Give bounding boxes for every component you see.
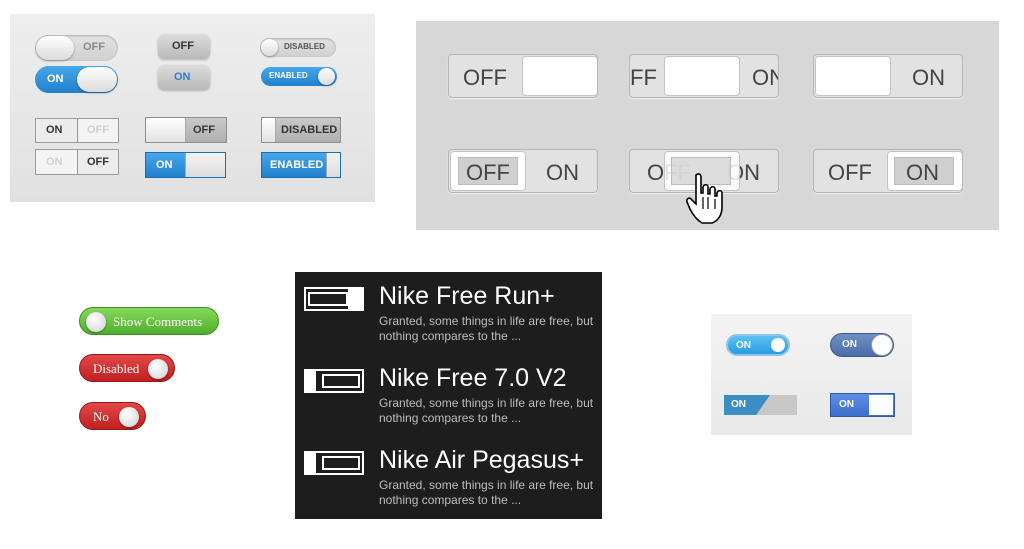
toggle-panel-classic: OFF OFF DISABLED ON ON ENABLED ON OFF OF… (10, 14, 375, 202)
mini-toggle-on-2[interactable]: ON (830, 333, 894, 357)
product-toggle-off[interactable] (304, 451, 364, 475)
toggle-label: ENABLED (270, 159, 324, 171)
toggle-knob (771, 338, 785, 352)
button-label: OFF (172, 40, 194, 52)
toggle-off-pill[interactable]: OFF (35, 35, 118, 61)
segment-on[interactable]: ON (36, 150, 78, 174)
list-item: Nike Free 7.0 V2 Granted, some things in… (295, 354, 602, 434)
mini-toggle-on-1[interactable]: ON (726, 334, 790, 356)
toggle-label: Show Comments (113, 314, 203, 329)
segment-label: ON (46, 156, 63, 168)
product-toggle-off[interactable] (304, 369, 364, 393)
product-title: Nike Free 7.0 V2 (379, 364, 567, 392)
toggle-label: DISABLED (281, 124, 338, 136)
segment-off[interactable]: OFF (79, 150, 118, 174)
toggle-knob (146, 118, 186, 142)
toggle-track (322, 456, 360, 470)
toggle-label: No (93, 409, 109, 424)
segment-label: OFF (87, 156, 109, 168)
toggle-knob (326, 153, 340, 177)
list-item: Nike Air Pegasus+ Granted, some things i… (295, 436, 602, 516)
toggle-knob (306, 453, 316, 473)
switch-label-off: FF (630, 65, 657, 90)
toggle-label: ON (156, 159, 173, 171)
toggle-label: Disabled (93, 361, 140, 376)
toggle-label: OFF (193, 124, 215, 136)
product-description: Granted, some things in life are free, b… (379, 478, 594, 507)
toggle-enabled-pill[interactable]: ENABLED (261, 67, 337, 86)
off-button[interactable]: OFF (158, 34, 210, 59)
toggle-label: ON (47, 73, 64, 85)
product-description: Granted, some things in life are free, b… (379, 396, 594, 425)
switch-off[interactable]: OFF (448, 54, 598, 98)
toggle-panel-flat: OFF FF ON ON OFF ON OFF ON OFF ON (416, 21, 999, 230)
toggle-knob (871, 334, 893, 356)
toggle-knob (348, 289, 362, 309)
hand-cursor-icon (686, 173, 723, 224)
switch-label-on: ON (906, 160, 939, 185)
toggle-label: ON (842, 339, 857, 350)
toggle-knob (318, 68, 335, 85)
toggle-knob (86, 312, 106, 332)
toggle-label: ON (731, 399, 746, 410)
toggle-knob (119, 407, 139, 427)
switch-on[interactable]: ON (813, 54, 963, 98)
segment-label: OFF (87, 124, 109, 136)
slide-toggle-disabled[interactable]: DISABLED (261, 117, 341, 143)
product-title: Nike Air Pegasus+ (379, 446, 584, 474)
list-item: Nike Free Run+ Granted, some things in l… (295, 272, 602, 352)
toggle-knob (36, 36, 74, 60)
mini-toggle-on-4[interactable]: ON (830, 393, 895, 417)
product-toggle-list: Nike Free Run+ Granted, some things in l… (295, 272, 602, 519)
toggle-label: DISABLED (284, 42, 325, 51)
switch-label-off: OFF (463, 65, 507, 90)
toggle-knob (185, 153, 225, 177)
on-button[interactable]: ON (158, 65, 210, 90)
toggle-label: ON (839, 399, 854, 410)
toggle-track (308, 292, 348, 306)
toggle-knob (148, 359, 168, 379)
toggle-knob (262, 118, 276, 142)
segmented-toggle[interactable]: ON OFF (35, 118, 119, 143)
toggle-knob (869, 395, 893, 415)
switch-label-on: ON (752, 65, 778, 90)
toggle-track (322, 374, 360, 388)
switch-knob (664, 56, 740, 96)
toggle-label: OFF (83, 41, 105, 53)
toggle-disabled[interactable]: Disabled (79, 354, 175, 382)
switch-off-framed[interactable]: OFF ON (448, 149, 598, 193)
toggle-panel-mini: ON ON ON ON (711, 314, 912, 435)
toggle-label: ENABLED (269, 71, 308, 80)
toggle-label: ON (736, 340, 751, 351)
switch-knob (522, 56, 597, 96)
toggle-knob (261, 39, 278, 56)
segment-off[interactable]: OFF (79, 119, 118, 142)
switch-label-on: ON (546, 160, 579, 185)
switch-label-on: ON (912, 65, 945, 90)
product-description: Granted, some things in life are free, b… (379, 314, 594, 343)
segment-label: ON (46, 124, 63, 136)
segment-on[interactable]: ON (36, 119, 78, 142)
toggle-no[interactable]: No (79, 402, 146, 430)
toggle-show-comments[interactable]: Show Comments (79, 307, 219, 335)
switch-label-off: OFF (466, 160, 510, 185)
toggle-on-pill[interactable]: ON (35, 66, 118, 93)
switch-knob (815, 56, 891, 96)
toggle-knob (77, 67, 117, 92)
toggle-knob (306, 371, 316, 391)
product-toggle-on[interactable] (304, 287, 364, 311)
button-label: ON (174, 71, 191, 83)
switch-label-off: OFF (828, 160, 872, 185)
slide-toggle-off[interactable]: OFF (145, 117, 227, 143)
switch-on-framed[interactable]: OFF ON (813, 149, 963, 193)
switch-middle[interactable]: FF ON (629, 54, 779, 98)
segmented-toggle[interactable]: ON OFF (35, 149, 119, 175)
slide-toggle-enabled[interactable]: ENABLED (261, 152, 341, 178)
product-title: Nike Free Run+ (379, 282, 555, 310)
slide-toggle-on[interactable]: ON (145, 152, 226, 178)
mini-toggle-on-3[interactable]: ON (724, 395, 797, 415)
toggle-disabled-pill[interactable]: DISABLED (260, 38, 336, 57)
